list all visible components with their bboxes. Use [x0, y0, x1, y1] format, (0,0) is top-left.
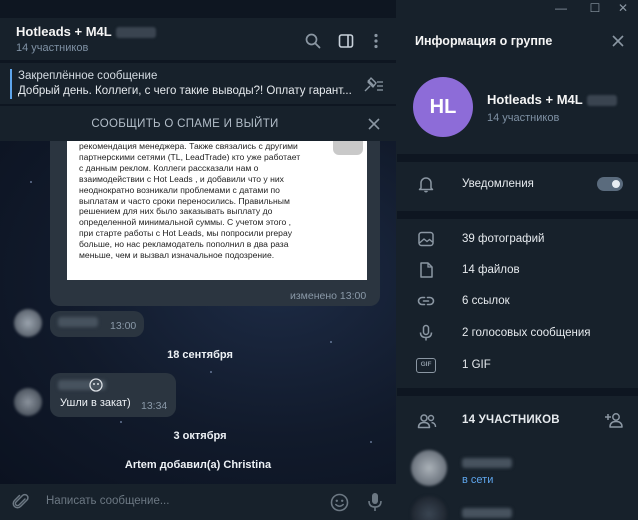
document-corner [333, 141, 363, 155]
redacted-member-name [462, 508, 512, 518]
chat-members-count: 14 участников [16, 42, 89, 54]
message-edited-time: изменено 13:00 [290, 290, 367, 302]
report-spam-button[interactable]: СООБЩИТЬ О СПАМЕ И ВЫЙТИ [0, 118, 370, 130]
redacted-text [586, 95, 617, 107]
chat-panel: Hotleads + M4L 14 участников Закреплённо… [0, 0, 396, 520]
report-spam-banner[interactable]: СООБЩИТЬ О СПАМЕ И ВЫЙТИ [0, 105, 396, 141]
search-icon[interactable] [304, 32, 322, 50]
doc-line: с данным реклом. Коллеги рассказали нам … [79, 162, 259, 173]
minimize-button[interactable]: — [546, 0, 576, 18]
close-icon[interactable] [611, 34, 625, 48]
doc-line: при старте работы с Hot Leads, мы попрос… [79, 228, 293, 239]
window-titlebar: — ☐ ✕ [0, 0, 638, 18]
member-avatar[interactable] [411, 496, 447, 520]
date-separator: 3 октября [173, 430, 227, 442]
add-member-icon[interactable] [604, 411, 624, 429]
emoji-icon[interactable] [330, 493, 349, 512]
redacted-member-name [462, 458, 512, 468]
chat-title: Hotleads + M4L [16, 24, 112, 39]
maximize-button[interactable]: ☐ [580, 0, 610, 18]
section-divider [397, 211, 638, 219]
doc-line: меньше, чем и вызвал изначальное подозре… [79, 250, 275, 261]
group-info-panel: Информация о группе HL Hotleads + M4L 14… [397, 18, 638, 520]
photo-icon [417, 230, 435, 248]
link-icon [417, 292, 435, 310]
redacted-sender-name [58, 317, 98, 327]
group-avatar[interactable]: HL [413, 77, 473, 137]
doc-line: больше, но нас рекламодатель пополнил в … [79, 239, 289, 250]
date-separator: 18 сентября [167, 349, 233, 361]
voice-icon [417, 324, 435, 342]
member-status: в сети [462, 474, 494, 486]
info-panel-title: Информация о группе [415, 34, 553, 48]
members-icon [417, 412, 437, 430]
attach-icon[interactable] [12, 493, 30, 511]
more-icon[interactable] [367, 32, 385, 50]
gif-link[interactable]: 1 GIF [462, 359, 491, 371]
close-icon[interactable] [367, 117, 381, 131]
member-avatar[interactable] [411, 450, 447, 486]
doc-line: рекомендация менеджера. Также связались … [79, 141, 298, 151]
group-members-count: 14 участников [487, 112, 560, 124]
bell-icon [417, 175, 435, 193]
message-time: 13:00 [110, 320, 137, 332]
window-close-button[interactable]: ✕ [608, 0, 638, 18]
doc-line: неоднократно возникали проблемами с дата… [79, 184, 280, 195]
pin-icon[interactable] [362, 76, 384, 94]
mic-icon[interactable] [367, 492, 383, 512]
voice-messages-link[interactable]: 2 голосовых сообщения [462, 327, 591, 339]
photos-link[interactable]: 39 фотографий [462, 233, 544, 245]
section-divider [397, 154, 638, 162]
service-message: Artem добавил(а) Christina [124, 459, 272, 471]
toggle-knob [610, 178, 622, 190]
doc-line: определенной минимальной суммы. С учетом… [79, 217, 292, 228]
gif-icon: GIF [416, 358, 436, 373]
doc-line: партнерскими сетями (TL, LeadTrade) кто … [79, 151, 301, 162]
group-name: Hotleads + M4L [487, 92, 583, 107]
doc-line: выплатам и часто сроки переносились. Пра… [79, 195, 290, 206]
doc-line: решением для них было заказывать выплату… [79, 206, 273, 217]
pinned-message[interactable]: Закреплённое сообщение Добрый день. Колл… [0, 62, 396, 104]
redacted-text [115, 27, 156, 39]
files-link[interactable]: 14 файлов [462, 264, 520, 276]
links-link[interactable]: 6 ссылок [462, 295, 510, 307]
message-composer: Написать сообщение... [0, 484, 396, 520]
notifications-toggle[interactable] [597, 177, 623, 191]
file-icon [417, 261, 435, 279]
emoji-sticker-icon [88, 378, 104, 392]
notifications-label: Уведомления [462, 178, 534, 190]
telegram-window: Hotleads + M4L 14 участников Закреплённо… [0, 0, 638, 520]
section-divider [397, 388, 638, 396]
pinned-text: Добрый день. Коллеги, с чего такие вывод… [18, 85, 352, 97]
sidebar-icon[interactable] [337, 32, 355, 50]
avatar[interactable] [14, 388, 42, 416]
document-image[interactable]: рекомендация менеджера. Также связались … [67, 141, 367, 280]
message-input[interactable]: Написать сообщение... [46, 495, 169, 507]
members-section-title: 14 УЧАСТНИКОВ [462, 414, 560, 426]
pinned-accent-bar [10, 69, 12, 99]
message-time: 13:34 [141, 400, 168, 412]
doc-line: взаимодействии с Hot Leads , и добавили … [79, 173, 284, 184]
pinned-title: Закреплённое сообщение [18, 70, 158, 82]
avatar[interactable] [14, 309, 42, 337]
message-text: Ушли в закат) [60, 397, 131, 409]
chat-header[interactable]: Hotleads + M4L 14 участников [0, 18, 396, 60]
